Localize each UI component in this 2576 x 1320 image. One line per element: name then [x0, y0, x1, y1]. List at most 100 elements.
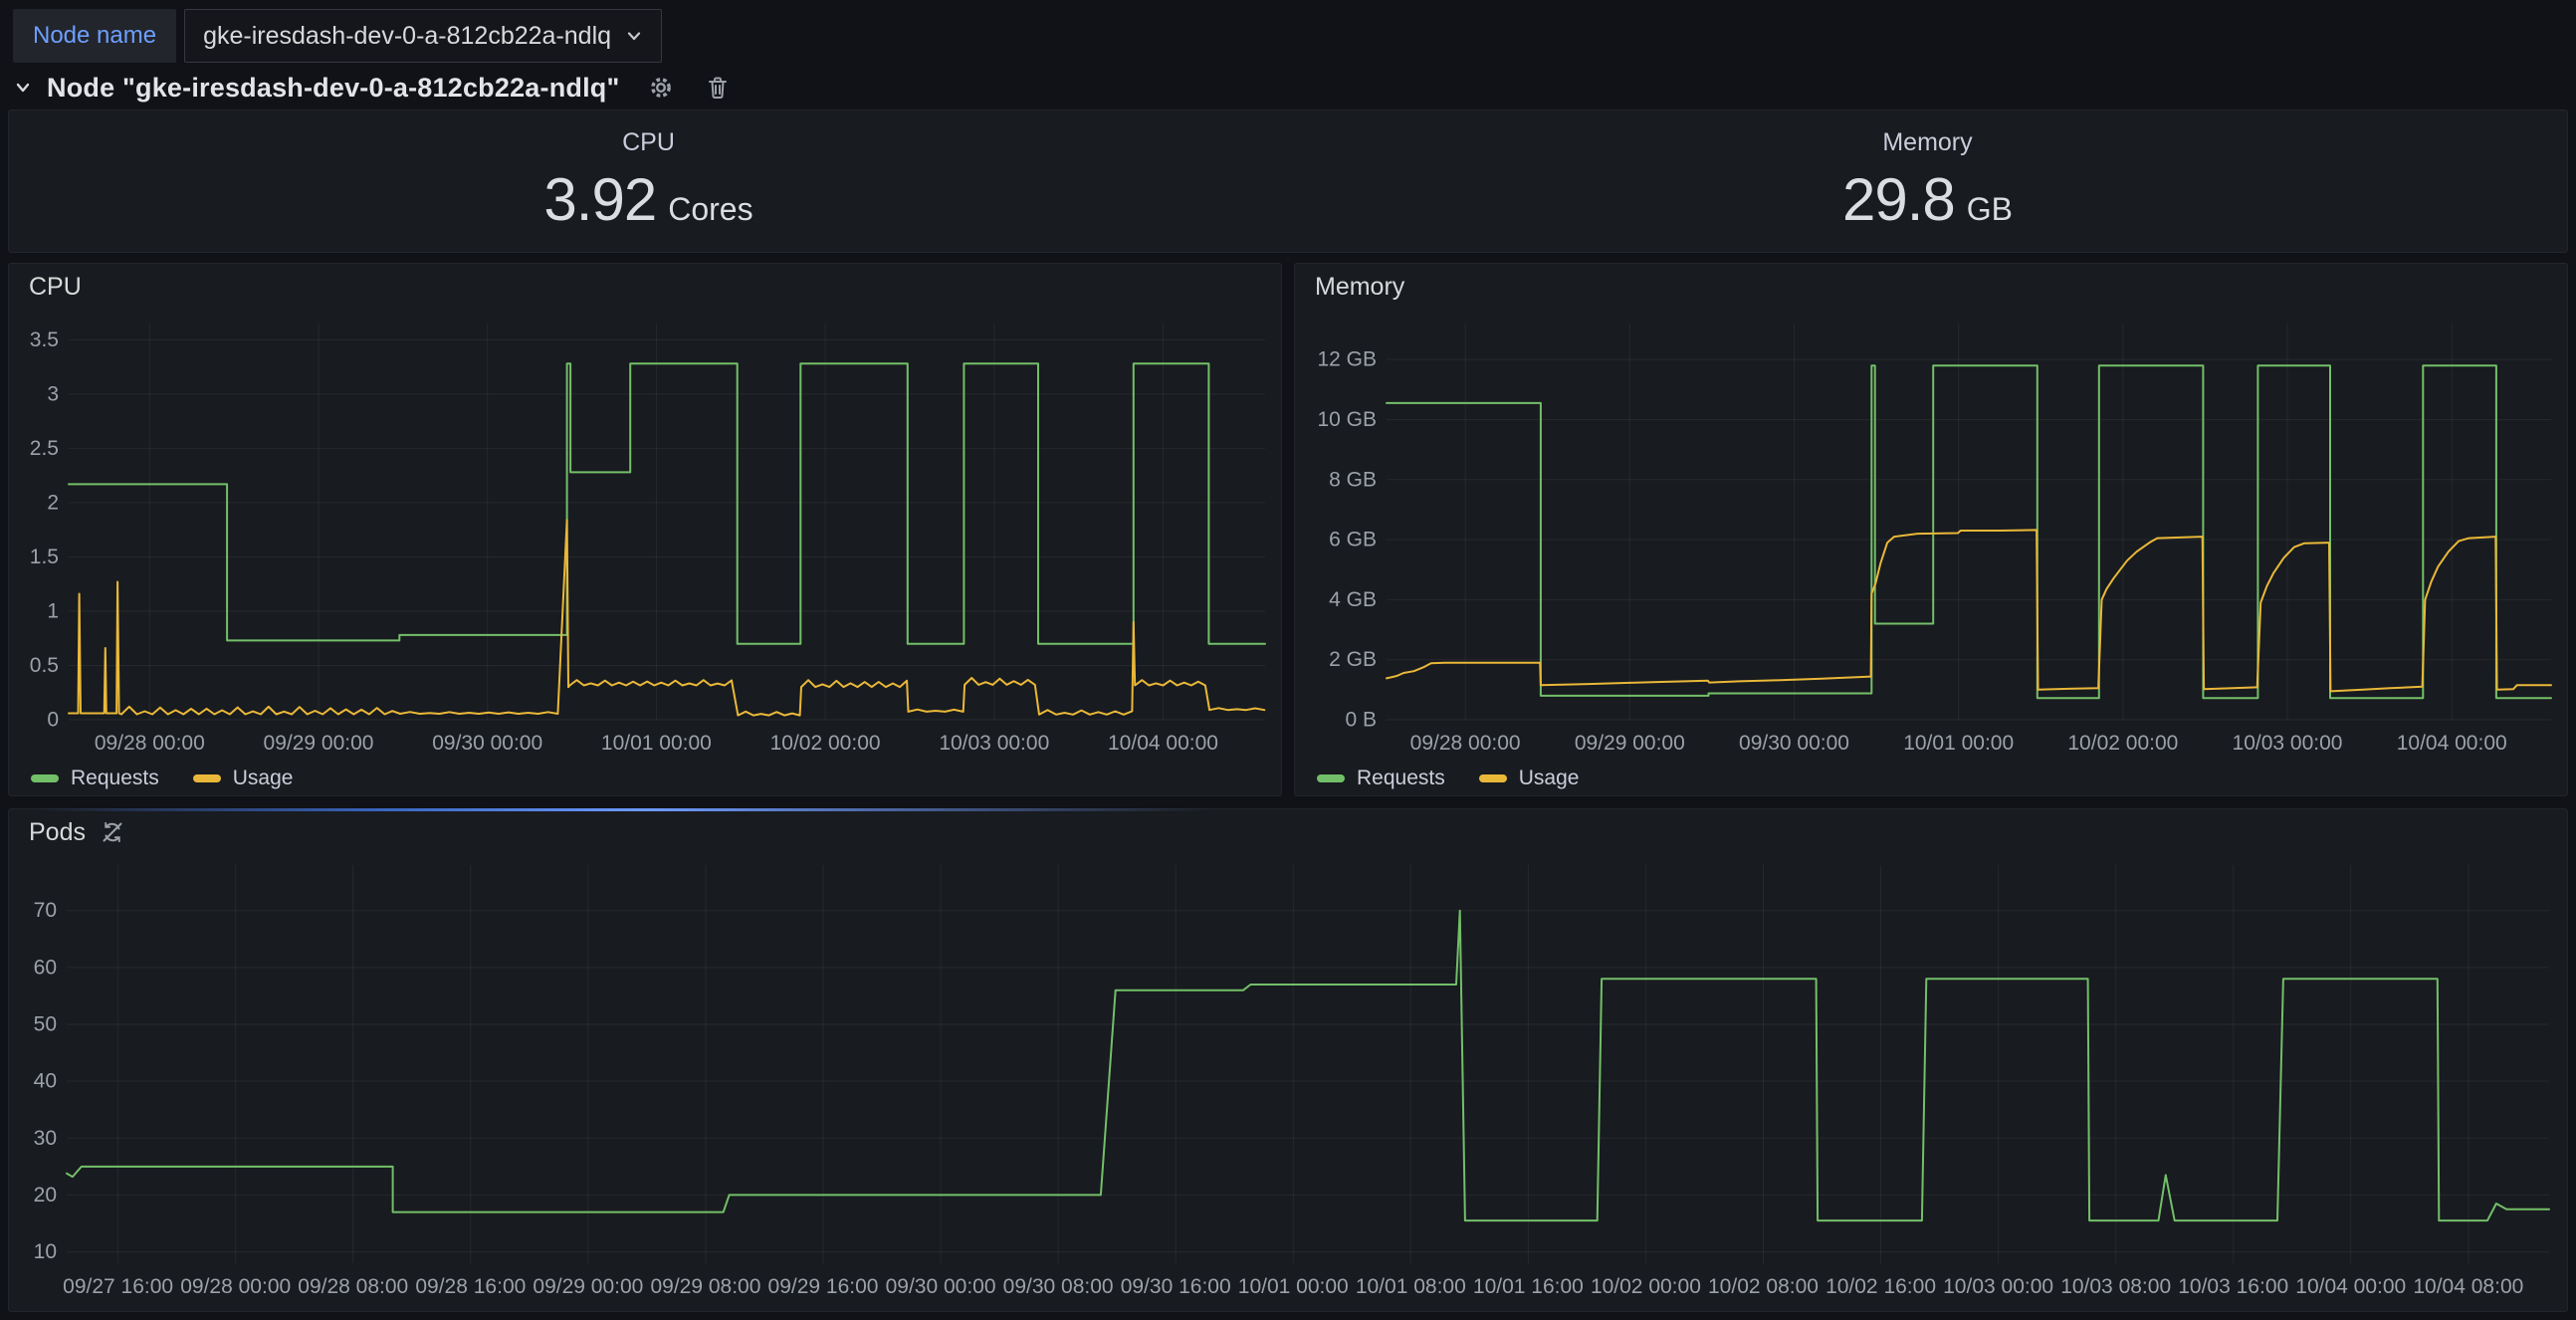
svg-text:70: 70: [34, 899, 57, 922]
svg-text:10/02 16:00: 10/02 16:00: [1825, 1275, 1936, 1298]
legend-label-requests: Requests: [71, 767, 159, 790]
cpu-stat-title: CPU: [622, 128, 675, 157]
legend-label-usage: Usage: [1519, 767, 1580, 790]
cpu-stat-number: 3.92: [543, 165, 656, 234]
memory-panel: Memory 09/28 00:0009/29 00:0009/30 00:00…: [1294, 263, 2568, 796]
pods-panel: Pods 09/27 16:0009/28 00:0009/28 08:0009…: [8, 808, 2568, 1312]
svg-text:09/28 00:00: 09/28 00:00: [1410, 732, 1521, 755]
dashboard-row-header[interactable]: Node "gke-iresdash-dev-0-a-812cb22a-ndlq…: [13, 66, 731, 110]
legend-item-usage[interactable]: Usage: [1479, 767, 1580, 790]
svg-text:09/29 00:00: 09/29 00:00: [533, 1275, 643, 1298]
memory-chart-canvas[interactable]: 09/28 00:0009/29 00:0009/30 00:0010/01 0…: [1295, 310, 2567, 762]
svg-text:10/04 08:00: 10/04 08:00: [2413, 1275, 2523, 1298]
requests-series-swatch: [1317, 774, 1345, 782]
svg-text:0.5: 0.5: [30, 654, 59, 677]
stats-panel: CPU 3.92 Cores Memory 29.8 GB: [8, 110, 2568, 253]
cpu-legend: Requests Usage: [9, 762, 1281, 795]
svg-text:60: 60: [34, 956, 57, 979]
legend-item-usage[interactable]: Usage: [193, 767, 294, 790]
svg-text:10/04 00:00: 10/04 00:00: [2295, 1275, 2406, 1298]
cpu-panel: CPU 09/28 00:00 09/29 00:00 09/30 00:00 10/…: [8, 263, 1282, 796]
svg-text:10/02 00:00: 10/02 00:00: [2067, 732, 2178, 755]
svg-text:09/28 00:00: 09/28 00:00: [180, 1275, 291, 1298]
svg-text:0 B: 0 B: [1345, 709, 1377, 732]
svg-text:0: 0: [47, 709, 59, 732]
svg-text:2 GB: 2 GB: [1329, 648, 1377, 671]
svg-text:6 GB: 6 GB: [1329, 529, 1377, 551]
svg-text:10/01 08:00: 10/01 08:00: [1356, 1275, 1466, 1298]
svg-text:2.5: 2.5: [30, 437, 59, 460]
svg-text:10: 10: [34, 1240, 57, 1263]
node-name-dropdown[interactable]: gke-iresdash-dev-0-a-812cb22a-ndlq: [184, 9, 662, 63]
legend-label-usage: Usage: [233, 767, 294, 790]
variable-bar: Node name gke-iresdash-dev-0-a-812cb22a-…: [13, 9, 662, 63]
svg-text:8 GB: 8 GB: [1329, 468, 1377, 491]
row-collapse-chevron-icon[interactable]: [13, 78, 33, 98]
svg-text:10/03 16:00: 10/03 16:00: [2178, 1275, 2288, 1298]
svg-text:10/03 00:00: 10/03 00:00: [1943, 1275, 2053, 1298]
svg-text:10/04 00:00: 10/04 00:00: [2397, 732, 2507, 755]
cpu-stat-unit: Cores: [668, 191, 752, 228]
svg-text:10/02 00:00: 10/02 00:00: [770, 732, 881, 755]
svg-text:10/03 00:00: 10/03 00:00: [2233, 732, 2343, 755]
usage-series-swatch: [193, 774, 221, 782]
svg-text:09/29 08:00: 09/29 08:00: [650, 1275, 760, 1298]
svg-text:10/01 16:00: 10/01 16:00: [1473, 1275, 1584, 1298]
row-actions: [647, 74, 731, 102]
legend-item-requests[interactable]: Requests: [1317, 767, 1445, 790]
pods-panel-header[interactable]: Pods: [9, 809, 2567, 855]
cpu-stat: CPU 3.92 Cores: [9, 110, 1288, 252]
svg-text:09/30 00:00: 09/30 00:00: [432, 732, 542, 755]
svg-text:20: 20: [34, 1184, 57, 1207]
usage-series-swatch: [1479, 774, 1507, 782]
svg-text:10/01 00:00: 10/01 00:00: [1238, 1275, 1349, 1298]
trash-icon[interactable]: [705, 75, 731, 101]
svg-text:3.5: 3.5: [30, 329, 59, 351]
svg-text:1: 1: [47, 599, 59, 622]
gear-icon[interactable]: [647, 74, 675, 102]
svg-text:09/29 16:00: 09/29 16:00: [768, 1275, 879, 1298]
svg-text:30: 30: [34, 1127, 57, 1150]
chevron-down-icon: [625, 27, 643, 45]
svg-text:3: 3: [47, 382, 59, 405]
svg-text:1.5: 1.5: [30, 546, 59, 568]
cpu-panel-title: CPU: [29, 273, 82, 302]
cpu-panel-header[interactable]: CPU: [9, 264, 1281, 310]
sync-slash-icon[interactable]: [100, 819, 125, 845]
svg-text:10/02 08:00: 10/02 08:00: [1708, 1275, 1819, 1298]
svg-text:4 GB: 4 GB: [1329, 588, 1377, 611]
panel-loading-indicator: [35, 808, 1211, 811]
svg-text:10/03 00:00: 10/03 00:00: [939, 732, 1049, 755]
svg-text:09/30 08:00: 09/30 08:00: [1003, 1275, 1114, 1298]
svg-text:10 GB: 10 GB: [1317, 408, 1377, 431]
svg-text:09/30 16:00: 09/30 16:00: [1121, 1275, 1231, 1298]
cpu-stat-value: 3.92 Cores: [543, 165, 752, 234]
row-title: Node "gke-iresdash-dev-0-a-812cb22a-ndlq…: [47, 73, 619, 104]
grafana-dashboard: { "colors": { "page_bg": "#111217", "pan…: [0, 0, 2576, 1320]
pods-chart-canvas[interactable]: 09/27 16:00 09/28 00:00 09/28 08:00 09/28 1…: [9, 855, 2567, 1311]
memory-stat-title: Memory: [1882, 128, 1972, 157]
svg-text:09/30 00:00: 09/30 00:00: [886, 1275, 996, 1298]
legend-item-requests[interactable]: Requests: [31, 767, 159, 790]
memory-panel-title: Memory: [1315, 273, 1404, 302]
variable-label: Node name: [13, 9, 176, 63]
svg-text:12 GB: 12 GB: [1317, 348, 1377, 371]
svg-text:09/29 00:00: 09/29 00:00: [264, 732, 374, 755]
svg-text:09/28 16:00: 09/28 16:00: [415, 1275, 526, 1298]
memory-stat-value: 29.8 GB: [1842, 165, 2013, 234]
svg-text:50: 50: [34, 1013, 57, 1036]
legend-label-requests: Requests: [1357, 767, 1445, 790]
memory-legend: Requests Usage: [1295, 762, 2567, 795]
pods-panel-title: Pods: [29, 818, 86, 847]
svg-text:09/29 00:00: 09/29 00:00: [1575, 732, 1685, 755]
svg-text:2: 2: [47, 491, 59, 514]
memory-panel-header[interactable]: Memory: [1295, 264, 2567, 310]
cpu-chart-canvas[interactable]: 09/28 00:00 09/29 00:00 09/30 00:00 10/01 0…: [9, 310, 1281, 762]
svg-text:10/02 00:00: 10/02 00:00: [1591, 1275, 1701, 1298]
svg-text:10/01 00:00: 10/01 00:00: [601, 732, 712, 755]
svg-text:09/27 16:00: 09/27 16:00: [63, 1275, 173, 1298]
memory-stat-unit: GB: [1967, 191, 2013, 228]
svg-text:09/28 00:00: 09/28 00:00: [95, 732, 205, 755]
svg-text:09/28 08:00: 09/28 08:00: [298, 1275, 408, 1298]
memory-stat: Memory 29.8 GB: [1288, 110, 2567, 252]
